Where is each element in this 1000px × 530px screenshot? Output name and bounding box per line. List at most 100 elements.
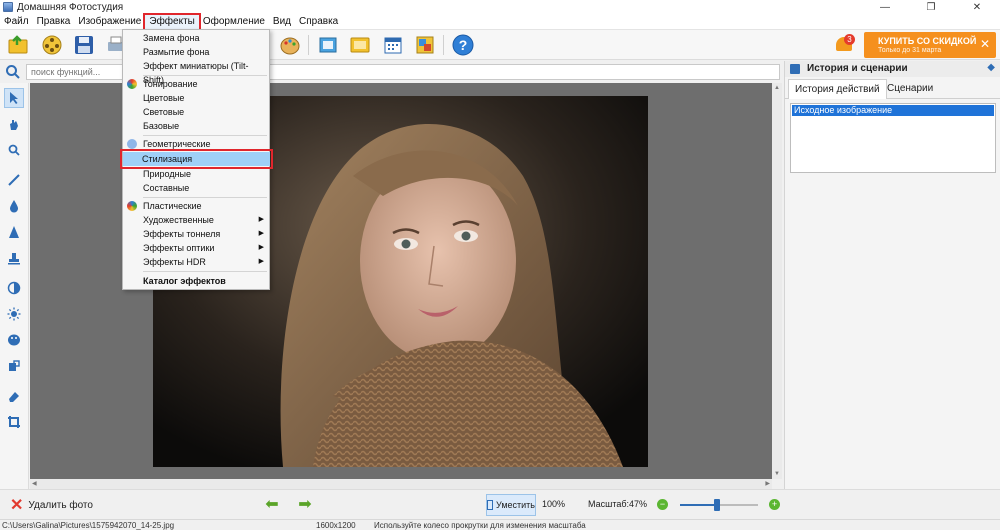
svg-text:?: ? <box>459 37 468 53</box>
menu-divider <box>143 75 267 76</box>
menu-item-composite[interactable]: Составные <box>124 181 268 195</box>
menu-design[interactable]: Оформление <box>199 15 269 29</box>
actual-size-button[interactable]: 100% <box>542 499 565 509</box>
vertical-scrollbar[interactable]: ▲ ▼ <box>772 83 782 479</box>
effects-menu-dropdown: Замена фона Размытие фона Эффект миниатю… <box>120 29 273 290</box>
next-photo-icon[interactable]: ➡ <box>295 497 315 513</box>
menu-item-optics[interactable]: Эффекты оптики ▶ <box>124 241 268 255</box>
zoom-out-icon[interactable]: − <box>657 499 668 510</box>
brightness-tool-icon[interactable] <box>4 304 24 324</box>
eraser-tool-icon[interactable] <box>4 386 24 406</box>
promo-title: КУПИТЬ СО СКИДКОЙ <box>878 36 977 46</box>
horizontal-scrollbar[interactable]: ◀ ▶ <box>30 479 772 489</box>
menu-item-geometric[interactable]: Геометрические <box>124 137 268 151</box>
zoom-slider[interactable] <box>680 499 758 511</box>
search-icon <box>5 64 21 80</box>
menu-item-stylization[interactable]: Стилизация <box>120 149 273 169</box>
hand-tool-icon[interactable] <box>4 114 24 134</box>
scroll-down-icon[interactable]: ▼ <box>774 471 780 477</box>
close-button[interactable]: ✕ <box>954 0 1000 14</box>
save-icon[interactable] <box>72 33 96 57</box>
menu-edit[interactable]: Правка <box>33 15 75 29</box>
history-panel-header: История и сценарии ◆ <box>785 61 1000 77</box>
list-item[interactable]: Исходное изображение <box>792 105 994 116</box>
menu-view[interactable]: Вид <box>269 15 295 29</box>
menu-item-tilt-shift[interactable]: Эффект миниатюры (Tilt-Shift) <box>124 59 268 85</box>
menu-effects[interactable]: Эффекты <box>143 12 201 31</box>
image-frame-icon[interactable] <box>316 33 340 57</box>
transform-tool-icon[interactable] <box>4 356 24 376</box>
contrast-tool-icon[interactable] <box>4 278 24 298</box>
menu-item-label: Базовые <box>143 121 180 131</box>
menu-help[interactable]: Справка <box>295 15 342 29</box>
menu-bar: Файл Правка Изображение Эффекты Оформлен… <box>0 12 1000 31</box>
menu-item-color[interactable]: Цветовые <box>124 91 268 105</box>
help-icon[interactable]: ? <box>451 33 475 57</box>
menu-item-label: Пластические <box>143 201 202 211</box>
menu-item-light[interactable]: Световые <box>124 105 268 119</box>
previous-photo-icon[interactable]: ⬅ <box>262 497 282 513</box>
title-bar: Домашняя Фотостудия — ❐ ✕ <box>0 0 1000 14</box>
menu-item-replace-background[interactable]: Замена фона <box>124 31 268 45</box>
promo-close-icon[interactable]: ✕ <box>980 37 990 51</box>
menu-item-label: Стилизация <box>142 154 193 164</box>
scroll-right-icon[interactable]: ▶ <box>765 480 770 487</box>
collage-icon[interactable] <box>413 33 437 57</box>
film-reel-icon[interactable] <box>40 33 64 57</box>
menu-item-label: Размытие фона <box>143 47 210 57</box>
notification-count-badge: 3 <box>844 34 855 45</box>
zoom-slider-thumb[interactable] <box>714 499 720 511</box>
crop-tool-icon[interactable] <box>4 412 24 432</box>
buy-discount-banner[interactable]: КУПИТЬ СО СКИДКОЙ Только до 31 марта ✕ <box>864 32 996 58</box>
menu-file[interactable]: Файл <box>0 15 33 29</box>
menu-item-effects-catalog[interactable]: Каталог эффектов <box>124 274 268 288</box>
menu-item-label: Природные <box>143 169 192 179</box>
pointer-tool-icon[interactable] <box>4 88 24 108</box>
menu-item-label: Эффекты оптики <box>143 243 215 253</box>
menu-item-label: Каталог эффектов <box>143 276 226 286</box>
notifications-bell-icon[interactable]: 3 <box>834 34 855 56</box>
menu-item-blur-background[interactable]: Размытие фона <box>124 45 268 59</box>
menu-item-toning[interactable]: Тонирование <box>124 77 268 91</box>
tab-history[interactable]: История действий <box>788 79 887 99</box>
promo-subtitle: Только до 31 марта <box>878 47 942 54</box>
open-folder-icon[interactable] <box>6 33 30 57</box>
menu-image[interactable]: Изображение <box>74 15 145 29</box>
sharpen-tool-icon[interactable] <box>4 222 24 242</box>
zoom-in-icon[interactable]: + <box>769 499 780 510</box>
zoom-tool-icon[interactable] <box>4 140 24 160</box>
palette-icon[interactable] <box>278 33 302 57</box>
scroll-up-icon[interactable]: ▲ <box>774 85 780 91</box>
menu-item-label: Эффекты тоннеля <box>143 229 221 239</box>
toning-icon <box>127 79 137 89</box>
history-icon <box>790 64 800 74</box>
postcard-icon[interactable] <box>348 33 372 57</box>
brush-tool-icon[interactable] <box>4 170 24 190</box>
calendar-icon[interactable] <box>381 33 405 57</box>
maximize-button[interactable]: ❐ <box>908 0 954 14</box>
minimize-button[interactable]: — <box>862 0 908 14</box>
color-palette-tool-icon[interactable] <box>4 330 24 350</box>
menu-divider <box>143 197 267 198</box>
delete-photo-button[interactable]: ✕ Удалить фото <box>10 497 93 514</box>
menu-item-natural[interactable]: Природные <box>124 167 268 181</box>
menu-item-tunnel[interactable]: Эффекты тоннеля ▶ <box>124 227 268 241</box>
fit-button[interactable]: Уместить <box>486 494 536 516</box>
history-tabs: История действий Сценарии <box>785 79 1000 99</box>
menu-item-artistic[interactable]: Художественные ▶ <box>124 213 268 227</box>
function-search-bar <box>0 61 782 82</box>
geometric-icon <box>127 139 137 149</box>
drop-tool-icon[interactable] <box>4 196 24 216</box>
window-controls: — ❐ ✕ <box>862 0 1000 14</box>
menu-item-basic[interactable]: Базовые <box>124 119 268 133</box>
stamp-tool-icon[interactable] <box>4 248 24 268</box>
pin-icon[interactable]: ◆ <box>987 62 995 73</box>
fit-label: Уместить <box>496 500 535 510</box>
scroll-left-icon[interactable]: ◀ <box>32 480 37 487</box>
fit-icon <box>487 500 494 510</box>
tab-scenarios[interactable]: Сценарии <box>881 79 939 99</box>
menu-item-plastic[interactable]: Пластические <box>124 199 268 213</box>
menu-item-hdr[interactable]: Эффекты HDR ▶ <box>124 255 268 269</box>
history-panel-title: История и сценарии <box>807 63 908 74</box>
history-panel: История и сценарии ◆ История действий Сц… <box>784 61 1000 496</box>
